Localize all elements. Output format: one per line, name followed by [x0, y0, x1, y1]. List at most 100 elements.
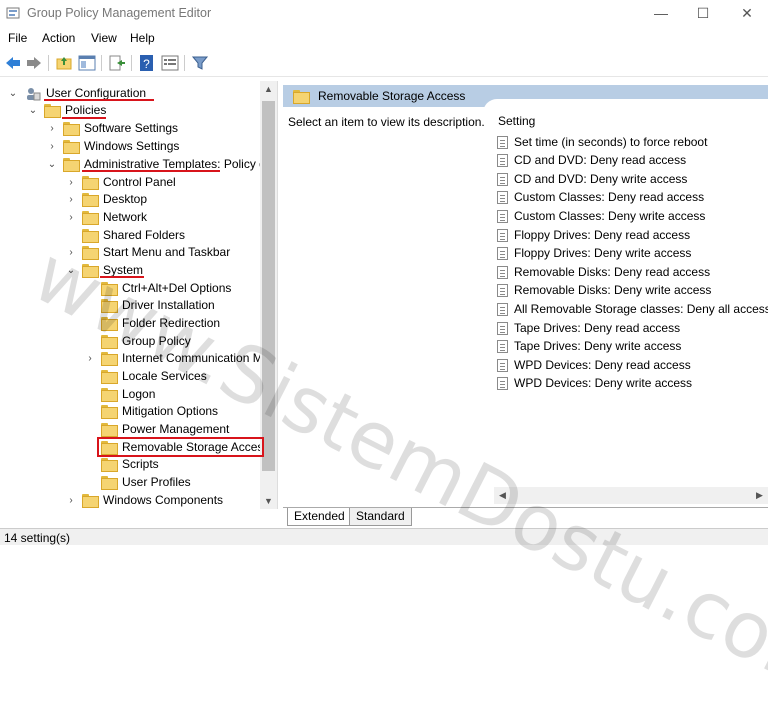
- policy-setting-icon: [497, 210, 508, 223]
- setting-label: WPD Devices: Deny write access: [514, 376, 693, 390]
- details-horizontal-scrollbar[interactable]: ◀ ▶: [494, 487, 768, 504]
- folder-icon: [63, 122, 80, 136]
- tree-item-label: Windows Components: [103, 493, 224, 507]
- chevron-down-icon[interactable]: ⌄: [66, 262, 76, 279]
- toolbar-separator: [184, 55, 185, 71]
- tree-item-label: Desktop: [103, 192, 148, 206]
- tree-item-logon[interactable]: Logon: [0, 386, 260, 403]
- maximize-button[interactable]: ☐: [680, 0, 726, 27]
- tree-item-driver-installation[interactable]: Driver Installation: [0, 297, 260, 314]
- folder-icon: [63, 158, 80, 172]
- toolbar: ?: [0, 49, 768, 77]
- chevron-right-icon[interactable]: ›: [66, 191, 76, 208]
- show-hide-tree-icon[interactable]: [78, 54, 96, 72]
- tree-item-label: Windows Settings: [84, 139, 180, 153]
- scroll-down-arrow-icon[interactable]: ▼: [260, 496, 277, 506]
- tree-item-network[interactable]: › Network: [0, 209, 260, 226]
- tree-item-internet-communication[interactable]: › Internet Communication M: [0, 350, 263, 367]
- scroll-right-arrow-icon[interactable]: ▶: [751, 490, 768, 501]
- folder-icon: [101, 423, 118, 437]
- menu-action[interactable]: Action: [42, 31, 75, 45]
- tree-item-power-management[interactable]: Power Management: [0, 421, 260, 438]
- tree-item-ctrl-alt-del[interactable]: Ctrl+Alt+Del Options: [0, 280, 260, 297]
- tree-item-label: Control Panel: [103, 175, 176, 189]
- tree-item-shared-folders[interactable]: Shared Folders: [0, 227, 260, 244]
- tree-item-software-settings[interactable]: › Software Settings: [0, 120, 260, 137]
- folder-icon: [82, 176, 99, 190]
- tree-item-label: Scripts: [122, 457, 159, 471]
- tree-item-label: Driver Installation: [122, 298, 215, 312]
- tree-item-windows-components[interactable]: › Windows Components: [0, 492, 260, 509]
- policy-setting-icon: [497, 266, 508, 279]
- folder-icon: [82, 264, 99, 278]
- tab-extended[interactable]: Extended: [287, 508, 352, 526]
- tree-item-folder-redirection[interactable]: Folder Redirection: [0, 315, 260, 332]
- chevron-down-icon[interactable]: ⌄: [47, 156, 57, 173]
- tree-item-mitigation-options[interactable]: Mitigation Options: [0, 403, 260, 420]
- back-arrow-icon[interactable]: [4, 54, 22, 72]
- setting-label: Floppy Drives: Deny write access: [514, 246, 692, 260]
- folder-icon: [63, 140, 80, 154]
- tree-item-group-policy[interactable]: Group Policy: [0, 333, 260, 350]
- tree-item-control-panel[interactable]: › Control Panel: [0, 174, 260, 191]
- properties-icon[interactable]: [161, 54, 179, 72]
- tree-item-label: User Profiles: [122, 475, 191, 489]
- folder-icon: [101, 405, 118, 419]
- filter-icon[interactable]: [191, 54, 209, 72]
- policy-setting-icon: [497, 284, 508, 297]
- scrollbar-thumb[interactable]: [262, 101, 275, 471]
- folder-icon: [101, 352, 118, 366]
- svg-text:?: ?: [143, 57, 150, 71]
- tree-item-label: Locale Services: [122, 369, 207, 383]
- tree-item-label: Start Menu and Taskbar: [103, 245, 231, 259]
- chevron-right-icon[interactable]: ›: [66, 244, 76, 261]
- menu-help[interactable]: Help: [130, 31, 155, 45]
- menu-bar: File Action View Help: [0, 27, 768, 49]
- chevron-down-icon[interactable]: ⌄: [28, 102, 38, 119]
- setting-label: Custom Classes: Deny write access: [514, 209, 706, 223]
- chevron-right-icon[interactable]: ›: [47, 138, 57, 155]
- highlight-underline: [100, 276, 144, 278]
- tab-standard[interactable]: Standard: [349, 508, 412, 526]
- chevron-right-icon[interactable]: ›: [66, 492, 76, 509]
- toolbar-separator: [131, 55, 132, 71]
- tree-item-start-menu-taskbar[interactable]: › Start Menu and Taskbar: [0, 244, 260, 261]
- menu-file[interactable]: File: [8, 31, 27, 45]
- chevron-right-icon[interactable]: ›: [66, 174, 76, 191]
- menu-view[interactable]: View: [91, 31, 117, 45]
- tree-item-label: Network: [103, 210, 148, 224]
- setting-label: Custom Classes: Deny read access: [514, 190, 705, 204]
- setting-label: All Removable Storage classes: Deny all …: [514, 302, 768, 316]
- policy-setting-icon: [497, 322, 508, 335]
- setting-label: Tape Drives: Deny read access: [514, 321, 681, 335]
- tree-item-desktop[interactable]: › Desktop: [0, 191, 260, 208]
- tree-item-user-profiles[interactable]: User Profiles: [0, 474, 260, 491]
- tree-item-label: Shared Folders: [103, 228, 186, 242]
- chevron-down-icon[interactable]: ⌄: [8, 85, 18, 102]
- setting-label: Set time (in seconds) to force reboot: [514, 135, 708, 149]
- tree-item-policies[interactable]: ⌄ Policies: [0, 102, 260, 119]
- scroll-up-arrow-icon[interactable]: ▲: [260, 84, 277, 94]
- export-list-icon[interactable]: [108, 54, 126, 72]
- setting-column-header[interactable]: Setting: [498, 114, 535, 128]
- tree-item-scripts[interactable]: Scripts: [0, 456, 260, 473]
- tree-item-label: Logon: [122, 387, 156, 401]
- details-pane: Removable Storage Access Select an item …: [283, 85, 768, 509]
- minimize-button[interactable]: —: [638, 0, 684, 27]
- tree-item-locale-services[interactable]: Locale Services: [0, 368, 260, 385]
- close-button[interactable]: ✕: [724, 0, 768, 27]
- chevron-right-icon[interactable]: ›: [85, 350, 95, 367]
- folder-icon: [101, 476, 118, 490]
- chevron-right-icon[interactable]: ›: [66, 209, 76, 226]
- forward-arrow-icon[interactable]: [25, 54, 43, 72]
- tree-item-windows-settings[interactable]: › Windows Settings: [0, 138, 260, 155]
- help-icon[interactable]: ?: [138, 54, 156, 72]
- chevron-right-icon[interactable]: ›: [47, 120, 57, 137]
- title-bar: Group Policy Management Editor — ☐ ✕: [0, 0, 768, 27]
- folder-icon: [101, 317, 118, 331]
- setting-label: Tape Drives: Deny write access: [514, 339, 682, 353]
- up-folder-icon[interactable]: [55, 54, 73, 72]
- scroll-left-arrow-icon[interactable]: ◀: [494, 490, 511, 501]
- setting-label: Floppy Drives: Deny read access: [514, 228, 691, 242]
- policy-setting-icon: [497, 359, 508, 372]
